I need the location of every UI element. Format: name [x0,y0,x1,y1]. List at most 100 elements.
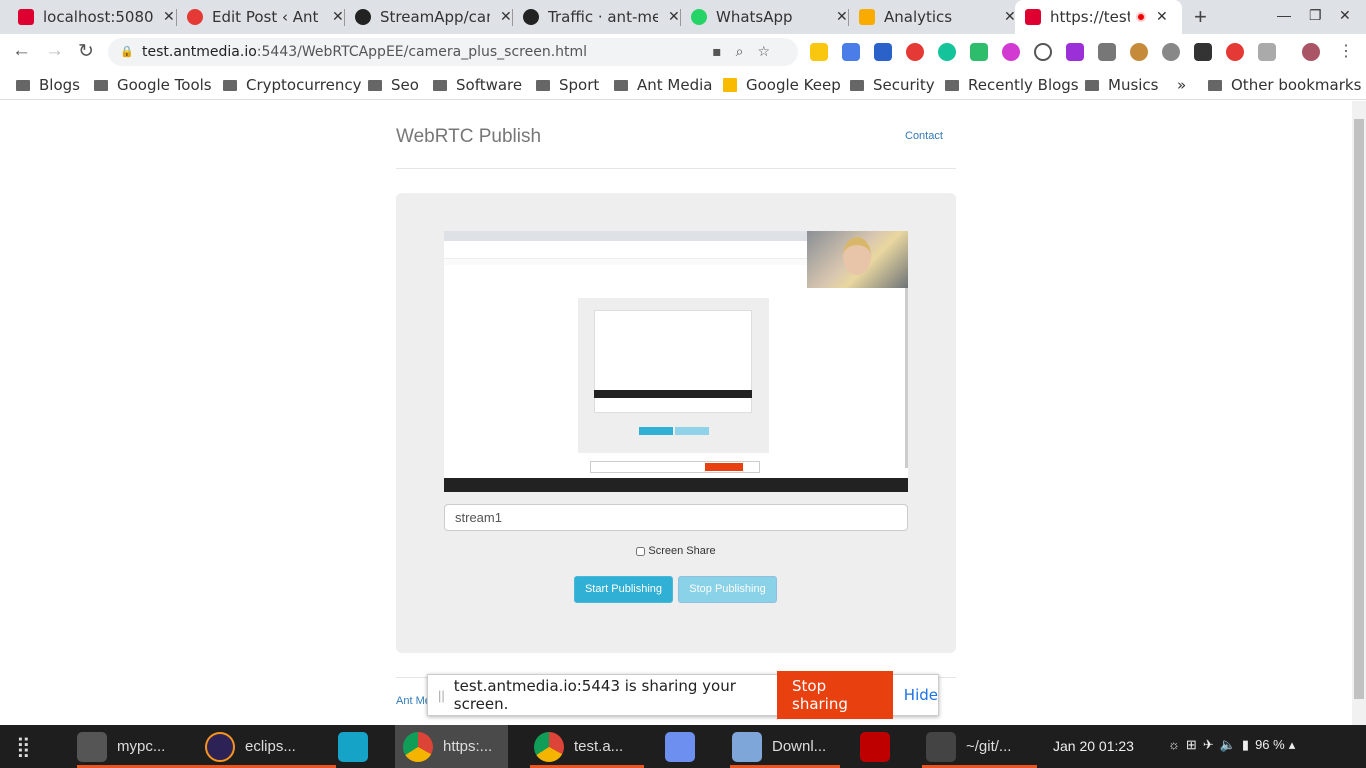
close-icon[interactable]: ✕ [1004,9,1016,25]
address-bar[interactable]: 🔒 test.antmedia.io:5443/WebRTCAppEE/camer… [108,38,798,66]
extension-icon[interactable] [1098,43,1116,61]
translate-icon[interactable] [842,43,860,61]
taskbar-sublime[interactable]: ~/git/... [922,725,1037,768]
bookmark-recently-blogs[interactable]: Recently Blogs [945,76,1079,94]
close-icon[interactable]: ✕ [668,9,680,25]
keep-icon [723,78,737,92]
hide-button[interactable]: Hide [904,686,938,704]
bookmark-ant-media[interactable]: Ant Media [614,76,712,94]
extension-icon[interactable] [1194,43,1212,61]
bookmark-musics[interactable]: Musics [1085,76,1159,94]
extension-icon[interactable] [1066,43,1084,61]
folder-icon [945,79,959,91]
close-icon[interactable]: ✕ [500,9,512,25]
bookmark-google-keep[interactable]: Google Keep [723,76,841,94]
antmedia-icon [187,9,203,25]
bookmarks-bar: Blogs Google Tools Cryptocurrency Seo So… [0,70,1366,100]
tab-localhost[interactable]: localhost:5080/✕ [8,0,185,34]
stream-name-input[interactable]: stream1 [444,504,908,531]
taskbar-filezilla[interactable] [860,725,900,768]
bookmark-sport[interactable]: Sport [536,76,599,94]
terminal-icon [77,731,107,762]
stop-sharing-button[interactable]: Stop sharing [777,671,893,719]
network-icon: ⊞ [1185,737,1203,752]
clock[interactable]: Jan 20 01:23 [1053,738,1134,754]
extension-icon[interactable] [810,43,828,61]
publish-panel: stream1 Screen Share Start Publishing St… [396,193,956,653]
stop-publishing-button[interactable]: Stop Publishing [678,576,777,603]
taskbar-files[interactable]: Downl... [730,725,840,768]
tab-whatsapp[interactable]: WhatsApp ✕ [681,0,858,34]
drag-handle-icon[interactable]: || [438,688,445,703]
scrollbar[interactable] [1352,101,1366,725]
close-icon[interactable]: ✕ [163,9,175,25]
close-icon[interactable]: ✕ [332,9,344,25]
taskbar-chrome-active[interactable]: https:... [395,725,508,768]
forward-button[interactable]: → [45,40,64,62]
adblock-icon[interactable] [906,43,924,61]
folder-icon [536,79,550,91]
taskbar-webstorm[interactable] [338,725,378,768]
bookmark-software[interactable]: Software [433,76,522,94]
airplane-icon: ✈ [1202,737,1220,752]
extension-icon[interactable] [1034,43,1052,61]
taskbar-chrome[interactable]: test.a... [530,725,644,768]
start-publishing-button[interactable]: Start Publishing [574,576,673,603]
angular-icon [1025,9,1041,25]
bookmark-blogs[interactable]: Blogs [16,76,80,94]
volume-icon: 🔈 [1219,737,1242,752]
system-tray[interactable]: ☼⊞✈🔈▮96 % ▴ [1168,737,1295,753]
cookie-icon[interactable] [1130,43,1148,61]
minimize-button[interactable]: — [1277,7,1291,23]
tab-edit-post[interactable]: Edit Post ‹ Ant M✕ [177,0,354,34]
battery-icon: ▮ [1241,737,1256,752]
tab-streamapp[interactable]: StreamApp/cam ✕ [345,0,522,34]
screen-share-checkbox[interactable] [636,546,646,556]
bookmark-cryptocurrency[interactable]: Cryptocurrency [223,76,361,94]
tray-arrow-icon: ▴ [1288,737,1296,752]
other-bookmarks[interactable]: Other bookmarks [1208,76,1361,94]
extension-icon[interactable] [874,43,892,61]
bookmark-google-tools[interactable]: Google Tools [94,76,212,94]
avatar[interactable] [1302,43,1320,61]
extension-icon[interactable] [1226,43,1244,61]
app-grid-icon[interactable]: ⣿ [16,725,32,768]
tab-active-https[interactable]: https://test ✕ [1015,0,1182,34]
back-button[interactable]: ← [12,40,31,62]
menu-icon[interactable]: ⋮ [1338,41,1354,61]
github-icon [523,9,539,25]
local-video-preview [444,231,908,492]
extension-icon[interactable] [1258,43,1276,61]
tab-analytics[interactable]: Analytics ✕ [849,0,1026,34]
bookmark-seo[interactable]: Seo [368,76,419,94]
lock-icon: 🔒 [120,45,134,58]
grammarly-icon[interactable] [938,43,956,61]
close-icon[interactable]: ✕ [836,9,848,25]
bookmark-security[interactable]: Security [850,76,935,94]
folder-icon [368,79,382,91]
angular-icon [18,9,34,25]
webstorm-icon [338,731,368,762]
extension-icon[interactable] [1002,43,1020,61]
maximize-button[interactable]: ❐ [1309,7,1322,24]
close-icon[interactable]: ✕ [1156,9,1168,25]
folder-icon [223,79,237,91]
contact-link[interactable]: Contact [905,130,943,142]
reload-button[interactable]: ↻ [78,40,94,63]
sublime-icon [926,731,956,762]
taskbar-screenshot[interactable] [665,725,705,768]
taskbar-terminal[interactable]: mypc... [77,725,208,768]
tab-traffic[interactable]: Traffic · ant-me ✕ [513,0,690,34]
sharing-message: test.antmedia.io:5443 is sharing your sc… [453,677,736,713]
extension-icon[interactable] [970,43,988,61]
brightness-icon: ☼ [1168,737,1186,752]
tab-bar: localhost:5080/✕ Edit Post ‹ Ant M✕ Stre… [0,0,1366,34]
folder-icon [94,79,108,91]
taskbar-eclipse[interactable]: eclips... [205,725,336,768]
more-bookmarks-button[interactable]: » [1177,76,1186,94]
new-tab-button[interactable]: + [1194,4,1207,30]
close-window-button[interactable]: ✕ [1339,7,1351,24]
screen-share-option: Screen Share [396,545,956,557]
omnibox-icons[interactable]: ▪⌕☆ [712,38,784,66]
extension-icon[interactable] [1162,43,1180,61]
